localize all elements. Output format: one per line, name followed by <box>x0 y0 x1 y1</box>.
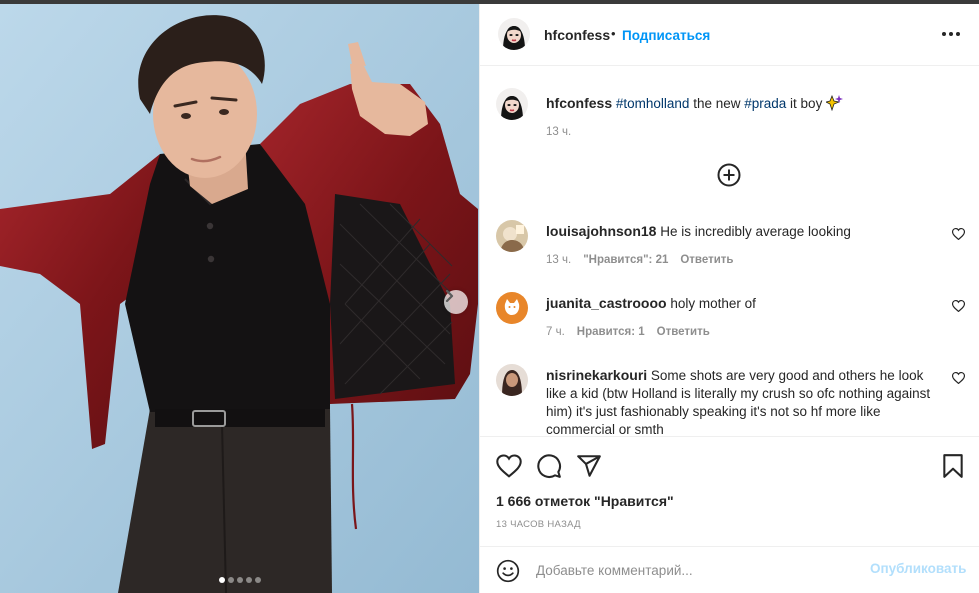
follow-button[interactable]: Подписаться <box>622 28 710 43</box>
caption-time[interactable]: 13 ч. <box>546 126 571 138</box>
carousel-indicator <box>0 577 479 583</box>
post-photo[interactable] <box>0 4 479 593</box>
load-more-icon[interactable] <box>717 163 741 187</box>
comment-icon[interactable] <box>536 453 562 479</box>
comment-body: holy mother of <box>670 296 756 311</box>
caption-segment: the new <box>689 96 745 111</box>
caption-text: hfconfess #tomholland the new #prada it … <box>546 94 936 113</box>
caption-avatar-image <box>496 88 528 120</box>
more-options-button[interactable] <box>942 32 960 36</box>
photo-illustration <box>0 4 479 593</box>
comment-likes[interactable]: "Нравится": 21 <box>583 254 668 266</box>
bookmark-icon[interactable] <box>940 453 966 479</box>
author-username[interactable]: hfconfess <box>544 27 610 43</box>
caption-segment: it boy <box>786 96 827 111</box>
comment-username[interactable]: nisrinekarkouri <box>546 367 647 383</box>
caption-meta: 13 ч. <box>546 126 571 138</box>
heart-icon[interactable] <box>952 300 965 312</box>
comment-username[interactable]: louisajohnson18 <box>546 223 656 239</box>
comment-meta: 7 ч. Нравится: 1 Ответить <box>546 326 710 338</box>
heart-icon[interactable] <box>496 453 522 479</box>
sparkle-emoji-icon <box>824 94 844 112</box>
more-icon <box>942 32 946 36</box>
carousel-dot <box>236 577 243 583</box>
comment-avatar[interactable] <box>496 292 528 324</box>
comment-avatar-image <box>496 292 528 324</box>
post-header: hfconfess • Подписаться <box>480 4 979 66</box>
comments-list[interactable]: hfconfess #tomholland the new #prada it … <box>480 66 979 436</box>
post-side-panel: hfconfess • Подписаться hfconfess #tomho… <box>479 4 979 593</box>
comment-text: juanita_castroooo holy mother of <box>546 294 936 313</box>
comment-input[interactable] <box>536 559 856 581</box>
author-avatar-image <box>498 18 530 50</box>
post-dialog: hfconfess • Подписаться hfconfess #tomho… <box>0 4 979 593</box>
comment-avatar[interactable] <box>496 220 528 252</box>
heart-icon[interactable] <box>952 228 965 240</box>
emoji-icon[interactable] <box>496 559 520 583</box>
author-avatar[interactable] <box>498 18 530 50</box>
caption-segments: #tomholland the new #prada it boy <box>616 96 826 111</box>
heart-icon[interactable] <box>952 372 965 384</box>
share-icon[interactable] <box>576 453 602 479</box>
comment-body: He is incredibly average looking <box>660 224 851 239</box>
comment-avatar[interactable] <box>496 364 528 396</box>
comment-composer: Опубликовать <box>480 546 979 593</box>
hashtag-link[interactable]: #tomholland <box>616 96 690 111</box>
caption-avatar[interactable] <box>496 88 528 120</box>
header-separator: • <box>611 26 616 41</box>
next-arrow-icon <box>445 290 454 302</box>
caption-username[interactable]: hfconfess <box>546 95 612 111</box>
comment-text: nisrinekarkouri Some shots are very good… <box>546 366 936 436</box>
next-image-button[interactable] <box>444 290 468 314</box>
comment-meta: 13 ч. "Нравится": 21 Ответить <box>546 254 734 266</box>
more-icon-dot <box>949 32 953 36</box>
more-icon-dot <box>956 32 960 36</box>
comment-username[interactable]: juanita_castroooo <box>546 295 667 311</box>
reply-button[interactable]: Ответить <box>680 254 733 266</box>
reply-button[interactable]: Ответить <box>657 326 710 338</box>
comment-avatar-image <box>496 220 528 252</box>
comment-text: louisajohnson18 He is incredibly average… <box>546 222 936 241</box>
comment-likes[interactable]: Нравится: 1 <box>577 326 645 338</box>
hashtag-link[interactable]: #prada <box>744 96 786 111</box>
post-time[interactable]: 13 ЧАСОВ НАЗАД <box>496 519 581 530</box>
carousel-dot <box>254 577 261 583</box>
carousel-dot <box>245 577 252 583</box>
carousel-dot <box>227 577 234 583</box>
publish-button[interactable]: Опубликовать <box>870 561 966 576</box>
comment-avatar-image <box>496 364 528 396</box>
comment-time[interactable]: 7 ч. <box>546 326 565 338</box>
comment-time[interactable]: 13 ч. <box>546 254 571 266</box>
post-actions: 1 666 отметок "Нравится" 13 ЧАСОВ НАЗАД <box>480 436 979 546</box>
likes-count[interactable]: 1 666 отметок "Нравится" <box>496 493 674 509</box>
carousel-dot <box>218 577 225 583</box>
